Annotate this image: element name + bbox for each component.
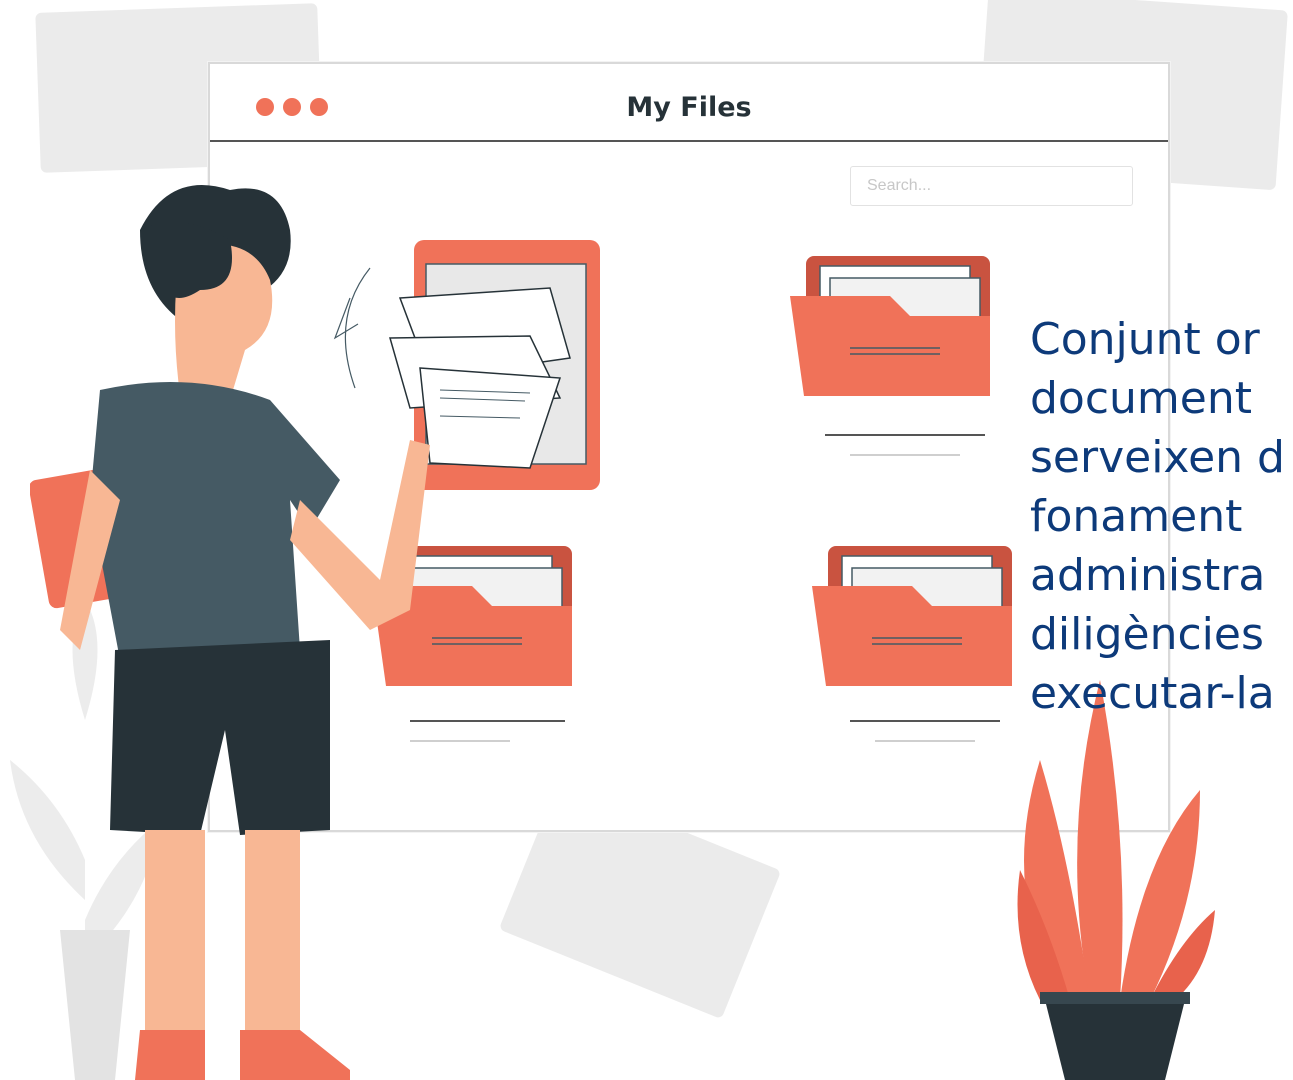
description-line: diligències [1030, 609, 1264, 660]
person-illustration [30, 185, 430, 1080]
file-caption-line [850, 454, 960, 456]
folder-icon[interactable] [812, 546, 1016, 696]
description-text: Conjunt or document serveixen d fonament… [1030, 310, 1293, 723]
file-caption-line [875, 740, 975, 742]
file-caption-line [850, 720, 1000, 722]
description-line: document [1030, 373, 1252, 424]
description-line: fonament [1030, 491, 1243, 542]
file-caption-line [825, 434, 985, 436]
description-line: serveixen d [1030, 432, 1285, 483]
description-line: administra [1030, 550, 1266, 601]
description-line: Conjunt or [1030, 314, 1260, 365]
folder-icon[interactable] [790, 256, 994, 406]
window-title: My Files [626, 92, 752, 123]
description-line: executar-la [1030, 668, 1275, 719]
window-titlebar: My Files [210, 64, 1168, 142]
search-input[interactable]: Search... [850, 166, 1133, 206]
